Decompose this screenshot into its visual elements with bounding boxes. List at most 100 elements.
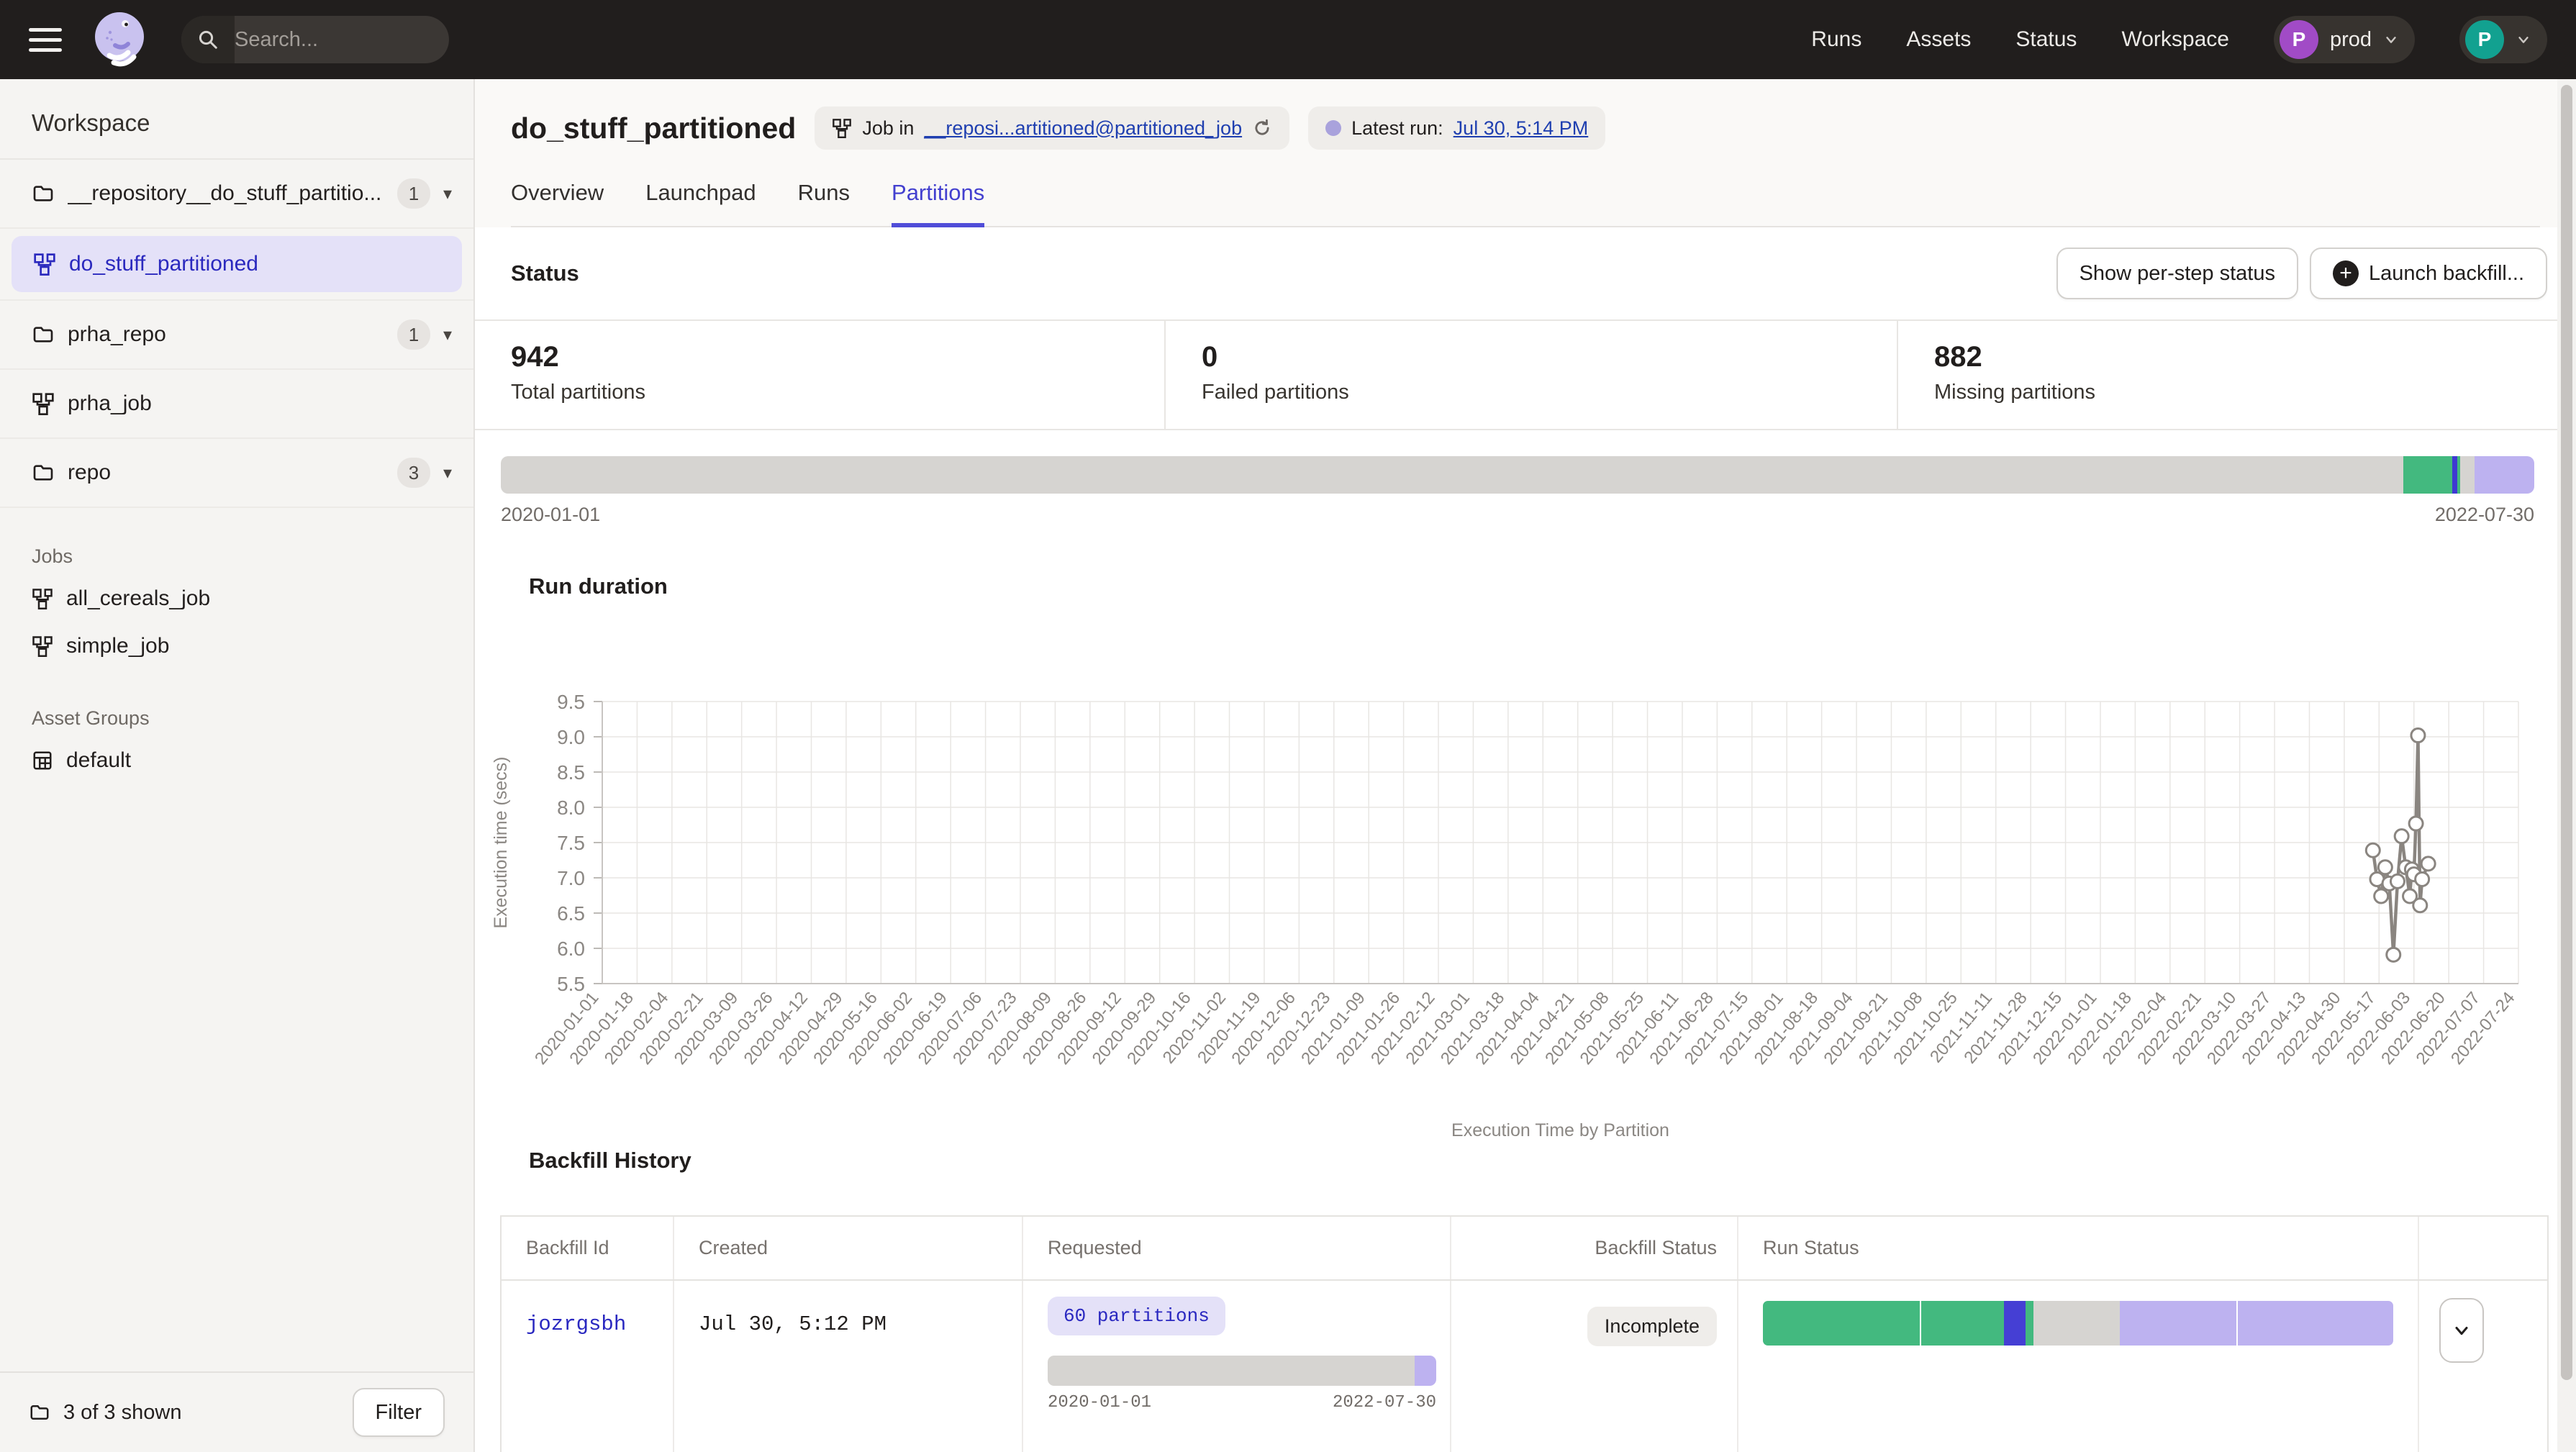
- folder-icon: [29, 1402, 50, 1423]
- folder-icon: [32, 182, 55, 205]
- job-origin-chip: Job in __reposi...artitioned@partitioned…: [815, 106, 1289, 150]
- nav-link-runs[interactable]: Runs: [1811, 27, 1861, 52]
- sidebar-footer: 3 of 3 shown Filter: [0, 1371, 473, 1452]
- svg-text:9.0: 9.0: [557, 726, 585, 748]
- run-status-bar[interactable]: [1763, 1301, 2393, 1346]
- col-run-status: Run Status: [1738, 1217, 2419, 1279]
- deployment-switcher[interactable]: P prod: [2274, 16, 2415, 63]
- chevron-down-icon: [2452, 1320, 2472, 1340]
- backfill-id-link[interactable]: jozrgsbh: [526, 1312, 626, 1336]
- sidebar-item-repo[interactable]: repo 3 ▾: [0, 439, 473, 508]
- expand-caret-icon[interactable]: ▾: [443, 463, 452, 484]
- svg-text:Execution Time by Partition: Execution Time by Partition: [1451, 1120, 1669, 1140]
- nav-link-status[interactable]: Status: [2015, 27, 2077, 52]
- dagster-logo-icon[interactable]: [88, 8, 151, 71]
- stat-label: Total partitions: [511, 381, 1164, 404]
- scrollbar-thumb[interactable]: [2561, 85, 2572, 1380]
- partition-range-end: 2022-07-30: [2435, 504, 2534, 526]
- backfill-history-title: Backfill History: [475, 1140, 2576, 1194]
- asset-group-icon: [32, 750, 53, 771]
- requested-range-end: 2022-07-30: [1333, 1393, 1436, 1412]
- nav-link-assets[interactable]: Assets: [1906, 27, 1971, 52]
- chevron-down-icon: [2383, 32, 2399, 47]
- stat-label: Missing partitions: [1934, 381, 2576, 404]
- partition-stats: 942 Total partitions 0 Failed partitions…: [475, 319, 2576, 430]
- launch-backfill-label: Launch backfill...: [2369, 262, 2524, 286]
- requested-range-start: 2020-01-01: [1048, 1393, 1151, 1412]
- tab-runs[interactable]: Runs: [798, 180, 850, 227]
- folder-icon: [32, 461, 55, 484]
- plus-circle-icon: +: [2333, 260, 2359, 286]
- svg-text:7.0: 7.0: [557, 867, 585, 889]
- stat-missing-partitions: 882 Missing partitions: [1898, 321, 2576, 429]
- latest-run-prefix: Latest run:: [1351, 117, 1443, 140]
- search-icon: [181, 16, 235, 63]
- svg-text:7.5: 7.5: [557, 832, 585, 854]
- job-icon: [32, 588, 53, 609]
- workspace-sidebar: Workspace __repository__do_stuff_partiti…: [0, 79, 475, 1452]
- col-backfill-id: Backfill Id: [502, 1217, 674, 1279]
- partition-status-bar[interactable]: 2020-01-01 2022-07-30: [475, 430, 2576, 526]
- vertical-scrollbar: [2557, 79, 2576, 1452]
- asset-groups-section-label: Asset Groups: [0, 670, 473, 737]
- requested-range-bar: [1048, 1356, 1436, 1386]
- search-box[interactable]: /: [181, 16, 449, 63]
- job-tabs: Overview Launchpad Runs Partitions: [511, 180, 2540, 227]
- nav-link-workspace[interactable]: Workspace: [2121, 27, 2229, 52]
- sidebar-job-label: all_cereals_job: [66, 586, 210, 611]
- sidebar-item-label: __repository__do_stuff_partitio...: [68, 181, 381, 206]
- sidebar-item-repository[interactable]: __repository__do_stuff_partitio... 1 ▾: [0, 160, 473, 229]
- svg-text:8.0: 8.0: [557, 797, 585, 819]
- asset-group-label: default: [66, 748, 131, 773]
- svg-text:8.5: 8.5: [557, 761, 585, 784]
- expand-row-button[interactable]: [2439, 1298, 2484, 1363]
- svg-text:6.0: 6.0: [557, 938, 585, 960]
- tab-partitions[interactable]: Partitions: [892, 180, 984, 227]
- stat-value: 0: [1202, 341, 1897, 373]
- filter-button[interactable]: Filter: [353, 1388, 445, 1437]
- tab-overview[interactable]: Overview: [511, 180, 604, 227]
- menu-icon[interactable]: [29, 28, 62, 52]
- svg-text:5.5: 5.5: [557, 973, 585, 995]
- requested-partitions-chip[interactable]: 60 partitions: [1048, 1297, 1225, 1335]
- job-icon: [832, 118, 852, 138]
- expand-caret-icon[interactable]: ▾: [443, 183, 452, 204]
- chevron-down-icon: [2516, 32, 2531, 47]
- sidebar-job-simple[interactable]: simple_job: [0, 622, 473, 670]
- svg-text:9.5: 9.5: [557, 691, 585, 713]
- svg-text:6.5: 6.5: [557, 902, 585, 925]
- sidebar-title: Workspace: [0, 79, 473, 158]
- stat-value: 942: [511, 341, 1164, 373]
- sidebar-job-all-cereals[interactable]: all_cereals_job: [0, 575, 473, 622]
- job-origin-link[interactable]: __reposi...artitioned@partitioned_job: [924, 117, 1242, 140]
- user-menu[interactable]: P: [2459, 16, 2547, 63]
- expand-caret-icon[interactable]: ▾: [443, 325, 452, 345]
- app-window: / Runs Assets Status Workspace P prod P …: [0, 0, 2576, 1452]
- job-icon: [33, 253, 56, 276]
- sidebar-item-prha-job[interactable]: prha_job: [0, 370, 473, 439]
- top-nav: / Runs Assets Status Workspace P prod P: [0, 0, 2576, 79]
- col-backfill-status: Backfill Status: [1451, 1217, 1738, 1279]
- tab-launchpad[interactable]: Launchpad: [645, 180, 756, 227]
- svg-text:Execution time (secs): Execution time (secs): [491, 757, 511, 929]
- count-badge: 1: [397, 319, 430, 350]
- reload-icon[interactable]: [1252, 118, 1272, 138]
- sidebar-item-do-stuff-partitioned[interactable]: do_stuff_partitioned: [12, 236, 462, 292]
- user-avatar: P: [2465, 20, 2504, 59]
- repos-shown-count: 3 of 3 shown: [63, 1401, 181, 1425]
- col-actions: [2419, 1217, 2547, 1279]
- sidebar-asset-group-default[interactable]: default: [0, 737, 473, 784]
- col-requested: Requested: [1023, 1217, 1451, 1279]
- job-icon: [32, 392, 55, 415]
- search-input[interactable]: [235, 28, 449, 52]
- launch-backfill-button[interactable]: + Launch backfill...: [2310, 248, 2547, 299]
- folder-icon: [32, 323, 55, 346]
- show-per-step-status-button[interactable]: Show per-step status: [2056, 248, 2298, 299]
- latest-run-link[interactable]: Jul 30, 5:14 PM: [1453, 117, 1589, 140]
- backfill-history-table: Backfill Id Created Requested Backfill S…: [500, 1215, 2549, 1452]
- sidebar-item-label: repo: [68, 460, 111, 485]
- run-duration-title: Run duration: [475, 552, 2576, 620]
- main-content: do_stuff_partitioned Job in __reposi...a…: [475, 79, 2576, 1452]
- sidebar-item-prha-repo[interactable]: prha_repo 1 ▾: [0, 301, 473, 370]
- table-header-row: Backfill Id Created Requested Backfill S…: [502, 1217, 2547, 1281]
